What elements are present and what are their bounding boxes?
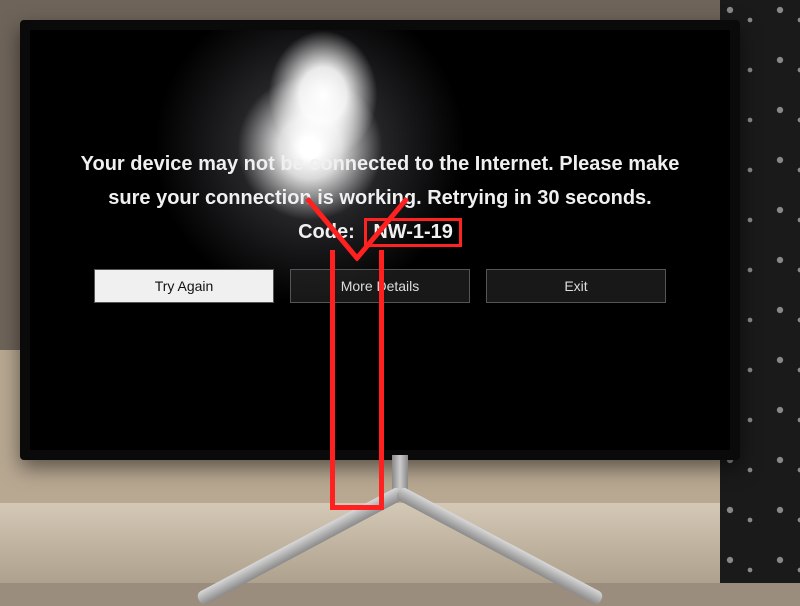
screen-glare: [268, 30, 378, 160]
tv-screen: Your device may not be connected to the …: [30, 30, 730, 450]
error-code-label: Code:: [298, 221, 355, 243]
more-details-button[interactable]: More Details: [290, 269, 470, 303]
error-message-line1: Your device may not be connected to the …: [81, 150, 680, 178]
button-row: Try Again More Details Exit: [94, 269, 666, 303]
error-code-line: Code: NW-1-19: [298, 218, 462, 247]
tv-frame: Your device may not be connected to the …: [20, 20, 740, 460]
try-again-button[interactable]: Try Again: [94, 269, 274, 303]
error-message-line2: sure your connection is working. Retryin…: [108, 184, 651, 212]
exit-button[interactable]: Exit: [486, 269, 666, 303]
error-code-value: NW-1-19: [364, 218, 462, 247]
